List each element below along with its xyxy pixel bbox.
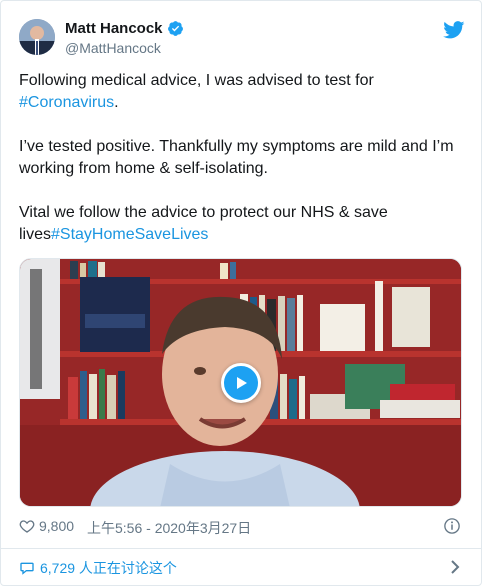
conversation-link[interactable]: 6,729 人正在讨论这个 <box>19 557 465 577</box>
tweet-timestamp[interactable]: 上午5:56 - 2020年3月27日 <box>87 518 251 538</box>
tweet-paragraph: Following medical advice, I was advised … <box>19 70 465 114</box>
tweet-paragraph: Vital we follow the advice to protect ou… <box>19 202 465 246</box>
heart-icon <box>19 520 35 533</box>
conversation-row: 6,729 人正在讨论这个 <box>19 558 177 578</box>
hashtag-link[interactable]: #Coronavirus <box>19 94 114 111</box>
video-player[interactable] <box>19 258 462 507</box>
avatar[interactable] <box>19 19 55 55</box>
user-handle[interactable]: @MattHancock <box>65 40 161 56</box>
name-row: Matt Hancock <box>65 20 184 37</box>
hashtag-link[interactable]: #StayHomeSaveLives <box>51 226 208 243</box>
like-button[interactable]: 9,800 <box>19 518 74 534</box>
display-name[interactable]: Matt Hancock <box>65 20 163 37</box>
conversation-count: 6,729 人正在讨论这个 <box>40 560 177 576</box>
info-icon[interactable] <box>443 517 461 535</box>
tweet-paragraph: I’ve tested positive. Thankfully my symp… <box>19 136 465 180</box>
twitter-bird-icon[interactable] <box>443 21 465 39</box>
tweet-text-segment: I’ve tested positive. Thankfully my symp… <box>19 138 454 177</box>
play-button[interactable] <box>221 363 261 403</box>
comment-icon <box>20 562 34 575</box>
tweet-meta: 9,800 上午5:56 - 2020年3月27日 <box>19 517 465 537</box>
tweet-text-segment: Following medical advice, I was advised … <box>19 72 374 89</box>
play-icon <box>237 377 247 389</box>
chevron-right-icon <box>451 560 460 574</box>
tweet-card: Matt Hancock @MattHancock Following medi… <box>0 0 482 586</box>
tweet-text-segment: . <box>114 94 119 111</box>
like-count: 9,800 <box>39 518 75 534</box>
tweet-text: Following medical advice, I was advised … <box>19 70 465 268</box>
divider <box>1 548 481 549</box>
verified-badge-icon <box>167 21 183 36</box>
tweet-header: Matt Hancock @MattHancock <box>19 19 465 59</box>
